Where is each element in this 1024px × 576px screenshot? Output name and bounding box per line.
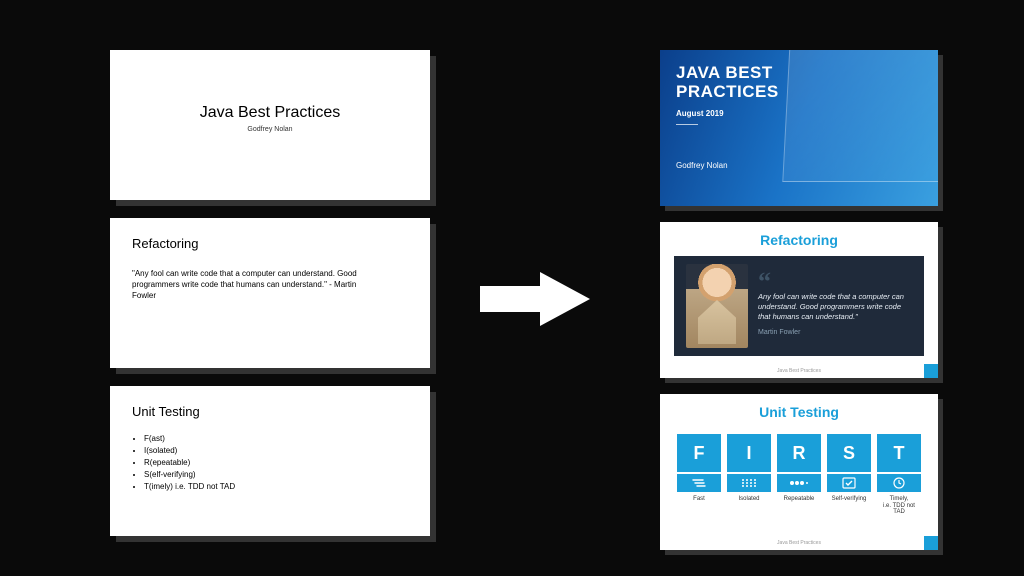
arrow-icon [480, 272, 590, 326]
author-photo [686, 264, 748, 348]
letter-box: I [727, 434, 771, 472]
first-cell: S Self-verifying [827, 434, 871, 510]
bullet-list: F(ast) I(solated) R(epeatable) S(elf-ver… [132, 433, 408, 493]
hero-title-line2: PRACTICES [676, 82, 779, 101]
letter-caption: Timely, i.e. TDD not TAD [877, 496, 921, 510]
after-slide-unit-testing: Unit Testing F Fast I Isolated R [660, 394, 938, 550]
first-cell: I Isolated [727, 434, 771, 510]
after-slide-refactoring: Refactoring “ Any fool can write code th… [660, 222, 938, 378]
first-cell: T Timely, i.e. TDD not TAD [877, 434, 921, 510]
isolated-icon [727, 474, 771, 492]
timely-icon [877, 474, 921, 492]
list-item: R(epeatable) [144, 457, 408, 469]
letter-box: S [827, 434, 871, 472]
letter-box: F [677, 434, 721, 472]
list-item: F(ast) [144, 433, 408, 445]
divider [676, 124, 698, 125]
slide-quote: "Any fool can write code that a computer… [132, 269, 362, 301]
first-row: F Fast I Isolated R R [672, 434, 926, 510]
quote-author: Martin Fowler [758, 328, 912, 337]
accent-square [924, 364, 938, 378]
self-verifying-icon [827, 474, 871, 492]
slide-footer: Java Best Practices [777, 540, 821, 546]
quote-text: Any fool can write code that a computer … [758, 292, 912, 322]
after-column: JAVA BEST PRACTICES August 2019 Godfrey … [660, 50, 938, 550]
list-item: S(elf-verifying) [144, 469, 408, 481]
before-slide-refactoring: Refactoring "Any fool can write code tha… [110, 218, 430, 368]
slide-heading: Unit Testing [672, 404, 926, 420]
letter-caption: Repeatable [784, 496, 815, 510]
hero-date: August 2019 [676, 109, 922, 118]
quote-panel: “ Any fool can write code that a compute… [674, 256, 924, 356]
repeatable-icon [777, 474, 821, 492]
hero-author: Godfrey Nolan [676, 161, 922, 170]
before-column: Java Best Practices Godfrey Nolan Refact… [110, 50, 430, 536]
before-slide-unit-testing: Unit Testing F(ast) I(solated) R(epeatab… [110, 386, 430, 536]
fast-icon [677, 474, 721, 492]
letter-caption: Isolated [738, 496, 759, 510]
before-slide-title: Java Best Practices Godfrey Nolan [110, 50, 430, 200]
letter-caption: Fast [693, 496, 705, 510]
first-cell: F Fast [677, 434, 721, 510]
letter-box: R [777, 434, 821, 472]
accent-square [924, 536, 938, 550]
slide-subtitle-author: Godfrey Nolan [132, 126, 408, 133]
hero-title-line1: JAVA BEST [676, 63, 773, 82]
slide-title: Java Best Practices [132, 104, 408, 122]
list-item: T(imely) i.e. TDD not TAD [144, 481, 408, 493]
list-item: I(solated) [144, 445, 408, 457]
slide-heading: Refactoring [132, 236, 408, 251]
slide-heading: Unit Testing [132, 404, 408, 419]
letter-caption: Self-verifying [832, 496, 867, 510]
quote-mark-icon: “ [758, 275, 912, 288]
letter-box: T [877, 434, 921, 472]
slide-heading: Refactoring [660, 232, 938, 248]
first-cell: R Repeatable [777, 434, 821, 510]
after-slide-hero: JAVA BEST PRACTICES August 2019 Godfrey … [660, 50, 938, 206]
slide-footer: Java Best Practices [777, 368, 821, 374]
